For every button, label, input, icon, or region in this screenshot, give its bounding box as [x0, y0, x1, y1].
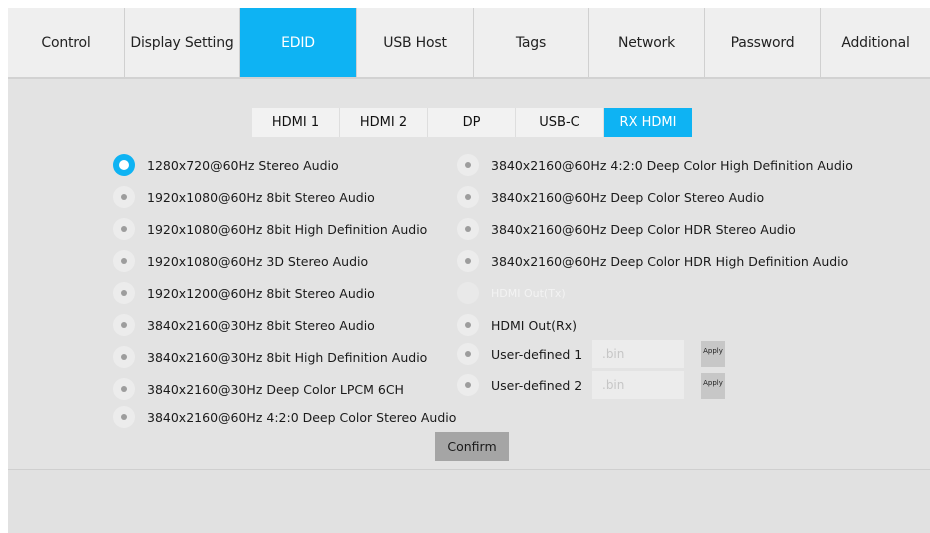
edid-option-3840x2160-60-deep-hdr-stereo[interactable]: 3840x2160@60Hz Deep Color HDR Stereo Aud…	[457, 218, 796, 240]
footer-area	[8, 470, 930, 533]
subtab-dp[interactable]: DP	[428, 108, 516, 137]
radio-dot-icon	[121, 258, 127, 264]
radio-icon[interactable]	[113, 346, 135, 368]
option-label: 3840x2160@60Hz 4:2:0 Deep Color Stereo A…	[147, 409, 457, 425]
radio-dot-icon	[465, 162, 471, 168]
radio-icon[interactable]	[457, 218, 479, 240]
subtab-usbc[interactable]: USB-C	[516, 108, 604, 137]
edid-option-user-defined-1[interactable]: User-defined 1	[457, 343, 591, 365]
option-label: 3840x2160@30Hz Deep Color LPCM 6CH	[147, 381, 404, 397]
edid-panel: HDMI 1 HDMI 2 DP USB-C RX HDMI 1280x720@…	[8, 79, 930, 469]
radio-icon[interactable]	[113, 250, 135, 272]
subtab-rx-hdmi[interactable]: RX HDMI	[604, 108, 692, 137]
radio-selected-icon[interactable]	[113, 154, 135, 176]
radio-icon[interactable]	[113, 406, 135, 428]
option-label: User-defined 2	[491, 377, 583, 393]
option-label: 3840x2160@60Hz Deep Color HDR High Defin…	[491, 253, 849, 269]
radio-dot-icon	[465, 226, 471, 232]
user-defined-1-apply-button[interactable]: Apply	[701, 341, 725, 367]
radio-dot-icon	[119, 160, 129, 170]
radio-icon[interactable]	[113, 378, 135, 400]
subtab-hdmi1[interactable]: HDMI 1	[252, 108, 340, 137]
radio-icon[interactable]	[457, 314, 479, 336]
option-label: 1920x1200@60Hz 8bit Stereo Audio	[147, 285, 375, 301]
user-defined-1-file-field[interactable]	[592, 340, 684, 368]
radio-dot-icon	[465, 258, 471, 264]
radio-dot-icon	[465, 382, 471, 388]
option-label: 1920x1080@60Hz 8bit Stereo Audio	[147, 189, 375, 205]
radio-dot-icon	[121, 194, 127, 200]
radio-dot-icon	[121, 354, 127, 360]
radio-icon[interactable]	[457, 250, 479, 272]
edid-option-3840x2160-60-deep-stereo[interactable]: 3840x2160@60Hz Deep Color Stereo Audio	[457, 186, 764, 208]
radio-icon[interactable]	[113, 314, 135, 336]
option-label: 1280x720@60Hz Stereo Audio	[147, 157, 339, 173]
option-label: 1920x1080@60Hz 3D Stereo Audio	[147, 253, 369, 269]
radio-icon[interactable]	[457, 186, 479, 208]
radio-icon[interactable]	[457, 343, 479, 365]
edid-option-3840x2160-30-8bit-stereo[interactable]: 3840x2160@30Hz 8bit Stereo Audio	[113, 314, 375, 336]
radio-icon[interactable]	[113, 282, 135, 304]
radio-dot-icon	[121, 414, 127, 420]
edid-option-3840x2160-60-420-deep-stereo[interactable]: 3840x2160@60Hz 4:2:0 Deep Color Stereo A…	[113, 406, 456, 428]
tab-tags[interactable]: Tags	[474, 8, 589, 77]
radio-icon[interactable]	[113, 186, 135, 208]
tab-control[interactable]: Control	[8, 8, 125, 77]
tab-display-setting[interactable]: Display Setting	[125, 8, 240, 77]
confirm-button[interactable]: Confirm	[435, 432, 509, 461]
option-label: User-defined 1	[491, 346, 583, 362]
tab-usb-host[interactable]: USB Host	[357, 8, 474, 77]
top-navigation: Control Display Setting EDID USB Host Ta…	[8, 8, 930, 77]
edid-option-3840x2160-60-deep-hdr-hd-audio[interactable]: 3840x2160@60Hz Deep Color HDR High Defin…	[457, 250, 848, 272]
radio-dot-icon	[121, 290, 127, 296]
radio-dot-icon	[465, 194, 471, 200]
edid-option-1920x1080-8bit-stereo[interactable]: 1920x1080@60Hz 8bit Stereo Audio	[113, 186, 375, 208]
edid-option-user-defined-2[interactable]: User-defined 2	[457, 374, 591, 396]
edid-option-1920x1080-8bit-hd-audio[interactable]: 1920x1080@60Hz 8bit High Definition Audi…	[113, 218, 427, 240]
edid-option-hdmi-out-rx[interactable]: HDMI Out(Rx)	[457, 314, 577, 336]
radio-dot-icon	[121, 386, 127, 392]
option-label: HDMI Out(Rx)	[491, 317, 577, 333]
option-label: 3840x2160@30Hz 8bit Stereo Audio	[147, 317, 375, 333]
radio-dot-icon	[465, 351, 471, 357]
edid-option-3840x2160-60-420-deep-hd-audio[interactable]: 3840x2160@60Hz 4:2:0 Deep Color High Def…	[457, 154, 853, 176]
app-frame: Control Display Setting EDID USB Host Ta…	[8, 8, 930, 533]
user-defined-2-apply-button[interactable]: Apply	[701, 373, 725, 399]
tab-password[interactable]: Password	[705, 8, 821, 77]
option-label: 3840x2160@60Hz 4:2:0 Deep Color High Def…	[491, 157, 853, 173]
radio-icon[interactable]	[457, 374, 479, 396]
radio-dot-icon	[465, 290, 471, 296]
edid-option-hdmi-out-tx: HDMI Out(Tx)	[457, 282, 566, 304]
radio-dot-icon	[465, 322, 471, 328]
edid-option-1280x720-stereo[interactable]: 1280x720@60Hz Stereo Audio	[113, 154, 339, 176]
radio-icon[interactable]	[113, 218, 135, 240]
radio-disabled-icon	[457, 282, 479, 304]
tab-additional[interactable]: Additional	[821, 8, 930, 77]
radio-dot-icon	[121, 322, 127, 328]
option-label: 1920x1080@60Hz 8bit High Definition Audi…	[147, 221, 428, 237]
edid-option-3840x2160-30-8bit-hd-audio[interactable]: 3840x2160@30Hz 8bit High Definition Audi…	[113, 346, 427, 368]
edid-option-1920x1200-8bit-stereo[interactable]: 1920x1200@60Hz 8bit Stereo Audio	[113, 282, 375, 304]
option-label: 3840x2160@30Hz 8bit High Definition Audi…	[147, 349, 428, 365]
user-defined-2-file-field[interactable]	[592, 371, 684, 399]
option-label: HDMI Out(Tx)	[491, 286, 566, 300]
option-label: 3840x2160@60Hz Deep Color Stereo Audio	[491, 189, 765, 205]
edid-option-1920x1080-3d-stereo[interactable]: 1920x1080@60Hz 3D Stereo Audio	[113, 250, 368, 272]
tab-edid[interactable]: EDID	[240, 8, 357, 77]
radio-icon[interactable]	[457, 154, 479, 176]
tab-network[interactable]: Network	[589, 8, 705, 77]
option-label: 3840x2160@60Hz Deep Color HDR Stereo Aud…	[491, 221, 796, 237]
edid-source-tabs: HDMI 1 HDMI 2 DP USB-C RX HDMI	[252, 108, 692, 137]
subtab-hdmi2[interactable]: HDMI 2	[340, 108, 428, 137]
edid-option-3840x2160-30-deep-lpcm[interactable]: 3840x2160@30Hz Deep Color LPCM 6CH	[113, 378, 404, 400]
radio-dot-icon	[121, 226, 127, 232]
